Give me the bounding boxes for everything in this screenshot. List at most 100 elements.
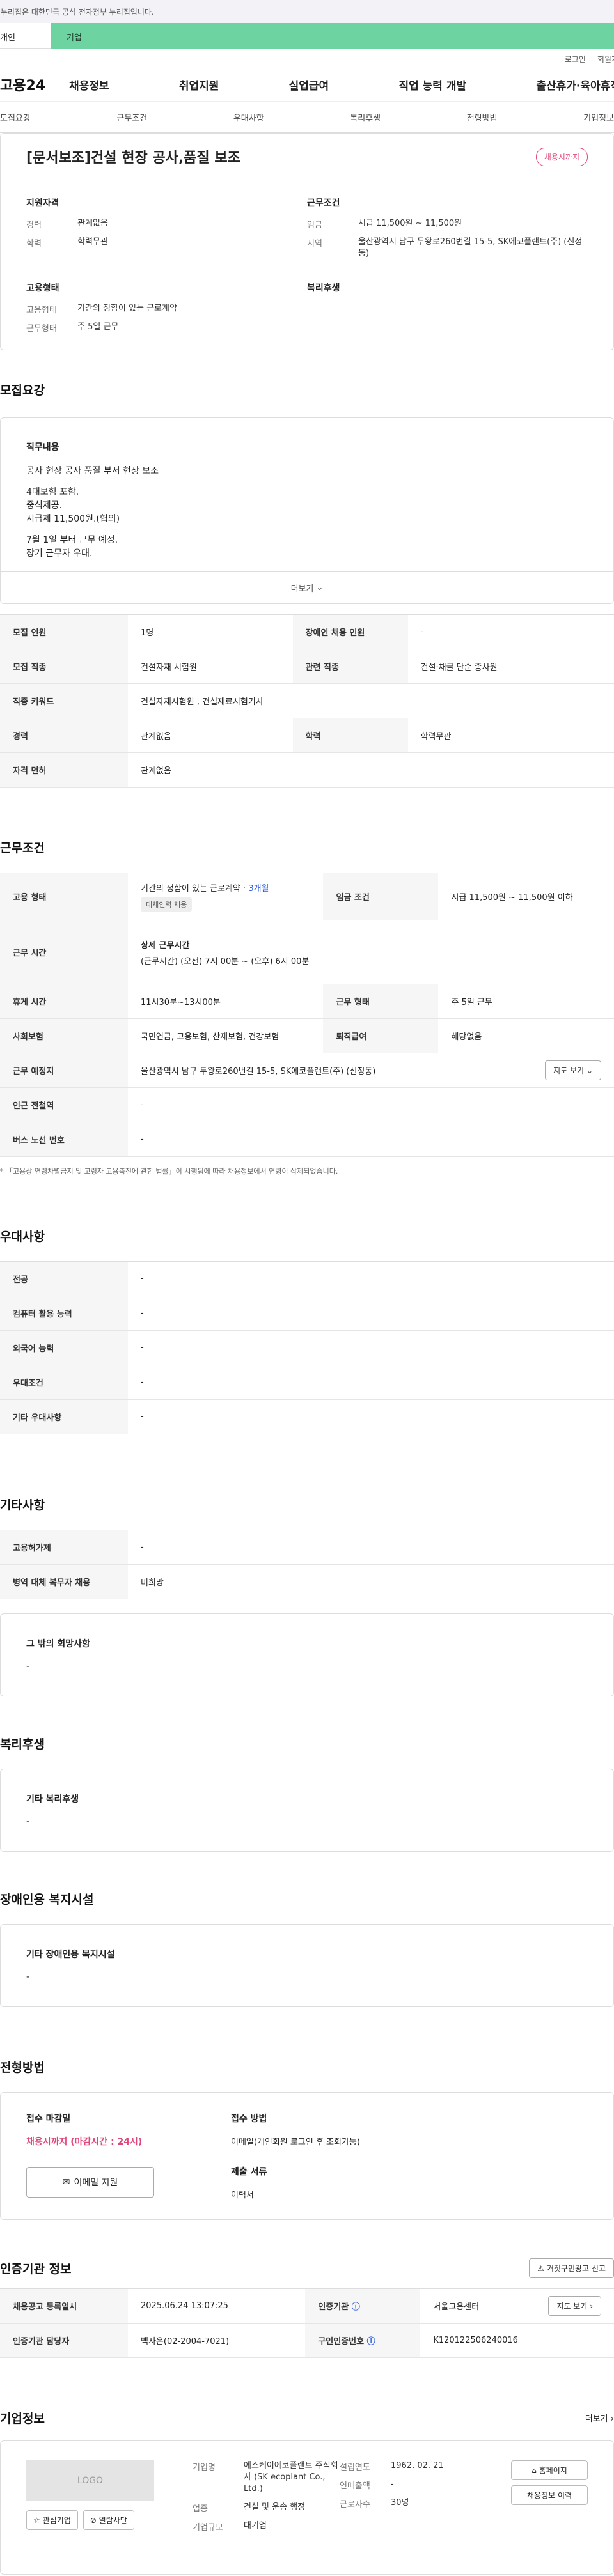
company-label: 기업규모 [193,2522,223,2533]
company-label: 근로자수 [340,2500,370,2510]
auth-table: 채용공고 등록일시 2025.06.24 13:07:25 인증기관 ⓘ 서울고용센터… [0,2288,614,2358]
map-view-label: 지도 보기 [553,1066,585,1075]
company-title: 기업정보 [0,2412,45,2426]
table-row: 전공 - [0,1261,614,1296]
section-nav-preference[interactable]: 우대사항 [233,111,264,123]
hiring-history-button[interactable]: 채용정보 이력 [511,2485,588,2505]
tab-company[interactable]: 기업 [51,23,614,49]
company-value: 30명 [391,2498,409,2508]
table-cell: 백자은(02-2004-7021) [128,2323,306,2358]
gnb-item-benefits[interactable]: 실업급여 [289,77,329,93]
table-header: 근무 시간 [0,920,128,984]
table-header: 인증기관 담당자 [0,2323,128,2358]
table-header: 경력 [0,718,128,753]
job-description-text: 공사 현장 공사 품질 부서 현장 보조 4대보험 포함. 중식제공. 시급제 11,… [26,465,588,561]
table-row: 우대조건 - [0,1365,614,1400]
work-time-value: (근무시간) (오전) 7시 00분 ~ (오후) 6시 00분 [141,956,310,966]
table-cell: 국민연금, 고용보험, 산재보험, 건강보험 [128,1018,324,1053]
table-header: 우대조건 [0,1365,128,1400]
table-header: 기타 우대사항 [0,1399,128,1434]
table-header: 근무 예정지 [0,1053,128,1088]
section-nav-process[interactable]: 전형방법 [467,111,498,123]
deadline-label: 접수 마감일 [26,2114,71,2124]
table-header: 고용 형태 [0,873,128,920]
welfare-summary-title: 복리후생 [307,283,340,294]
etc-section: 기타사항 고용허가제 - 병역 대체 복무자 채용 비희망 그 밖의 희망사항 - [0,1496,614,1696]
etc-table: 고용허가제 - 병역 대체 복무자 채용 비희망 [0,1530,614,1599]
job-description-line: 중식제공. [26,500,62,511]
table-header: 임금 조건 [323,873,439,920]
gnb-item-jobs[interactable]: 채용정보 [69,77,109,93]
company-more-link[interactable]: 더보기 › [585,2412,614,2424]
company-value: 에스케이에코플랜트 주식회사 (SK ecoplant Co., Ltd.) [244,2461,338,2494]
site-logo[interactable]: 고용24 [0,74,69,95]
gnb-item-leave[interactable]: 출산휴가·육아휴직 [536,77,614,93]
company-value: 1962. 02. 21 [391,2461,444,2471]
auth-map-button[interactable]: 지도 보기 › [548,2296,601,2316]
map-view-button[interactable]: 지도 보기 ⌄ [545,1060,601,1080]
report-label: 거짓구인광고 신고 [546,2264,606,2273]
email-apply-label: 이메일 지원 [74,2178,118,2188]
recruit-section: 모집요강 직무내용 공사 현장 공사 품질 부서 현장 보조 4대보험 포함. 중식… [0,381,614,788]
block-view-button[interactable]: ⊘ 열람차단 [83,2510,134,2530]
preference-table: 전공 - 컴퓨터 활용 능력 - 외국어 능력 - 우대조건 - 기타 우대사항 - [0,1261,614,1434]
employment-title: 고용형태 [26,283,59,294]
table-header: 장애인 채용 인원 [292,614,408,649]
table-cell: 주 5일 근무 [438,984,614,1019]
section-nav-recruit[interactable]: 모집요강 [0,111,31,123]
table-row: 버스 노선 번호 - [0,1122,614,1157]
company-value: - [391,2479,394,2489]
summary-value: 시급 11,500원 ~ 11,500원 [358,219,462,228]
tab-personal-label: 개인 [0,33,15,43]
mail-icon: ✉ [62,2177,70,2187]
homepage-button[interactable]: ⌂ 홈페이지 [511,2460,588,2480]
info-icon[interactable]: ⓘ [352,2302,360,2312]
summary-value: 기간의 정함이 있는 근로계약 [77,304,177,314]
qualification-title: 지원자격 [26,198,59,208]
info-icon[interactable]: ⓘ [367,2337,375,2347]
tab-personal[interactable]: 개인 [0,23,51,49]
table-row: 모집 인원 1명 장애인 채용 인원 - [0,614,614,649]
table-cell: - [128,1330,614,1365]
disability-box: 기타 장애인용 복지시설 - [0,1924,614,2007]
table-cell: 관계없음 [128,718,293,753]
table-header: 채용공고 등록일시 [0,2288,128,2324]
more-button[interactable]: 더보기 ⌄ [1,571,613,603]
favorite-company-button[interactable]: ☆ 관심기업 [26,2510,78,2530]
company-box: LOGO ☆ 관심기업 ⊘ 열람차단 기업명 에스케이에코플랜트 주식회사 (SK… [0,2440,614,2575]
notice-text: 이 누리집은 대한민국 공식 전자정부 누리집입니다. [0,8,154,17]
table-row: 고용허가제 - [0,1530,614,1565]
table-header: 인증기관 ⓘ [305,2288,421,2324]
job-description-title: 직무내용 [26,442,59,453]
work-place-value: 울산광역시 남구 두왕로260번길 15-5, SK에코플랜트(주) (신정동) [141,1067,376,1076]
chevron-down-icon: ⌄ [586,1066,593,1075]
company-label: 기업명 [193,2463,216,2472]
global-nav: 고용24 채용정보 취업지원 실업급여 직업 능력 개발 출산휴가·육아휴직 [0,68,614,101]
table-cell: - [407,614,614,649]
summary-value: 주 5일 근무 [77,322,119,332]
table-header: 인근 전철역 [0,1087,128,1122]
preference-section: 우대사항 전공 - 컴퓨터 활용 능력 - 외국어 능력 - 우대조건 - 기타 우대사… [0,1227,614,1434]
gnb-item-support[interactable]: 취업지원 [179,77,219,93]
table-cell: - [128,1296,614,1331]
login-link[interactable]: 로그인 [565,54,586,68]
conditions-section: 근무조건 고용 형태 기간의 정함이 있는 근로계약 · 3개월 대체인력 채용 … [0,839,614,1176]
table-cell: 관계없음 [128,752,614,788]
gnb-item-training[interactable]: 직업 능력 개발 [398,77,466,93]
section-nav-conditions[interactable]: 근무조건 [116,111,147,123]
table-header: 모집 인원 [0,614,128,649]
section-nav-company[interactable]: 기업정보 [583,111,614,123]
method-label: 접수 방법 [231,2114,267,2124]
job-description-box: 직무내용 공사 현장 공사 품질 부서 현장 보조 4대보험 포함. 중식제공. 시급… [0,417,614,604]
job-description-line: 장기 근무자 우대. [26,548,93,559]
chevron-down-icon: ⌄ [316,583,324,593]
email-apply-button[interactable]: ✉ 이메일 지원 [26,2167,154,2198]
process-title: 전형방법 [0,2061,45,2075]
table-cell: 2025.06.24 13:07:25 [128,2288,306,2324]
signup-link[interactable]: 회원가입 [597,54,614,68]
section-nav-welfare[interactable]: 복리후생 [350,111,381,123]
method-value: 이메일(개인회원 로그인 후 조회가능) [231,2138,360,2147]
employment-type-value: 기간의 정함이 있는 근로계약 [141,884,240,894]
gnb-menu: 채용정보 취업지원 실업급여 직업 능력 개발 출산휴가·육아휴직 [69,77,614,93]
report-fake-ad-button[interactable]: ⚠ 거짓구인광고 신고 [529,2258,614,2278]
